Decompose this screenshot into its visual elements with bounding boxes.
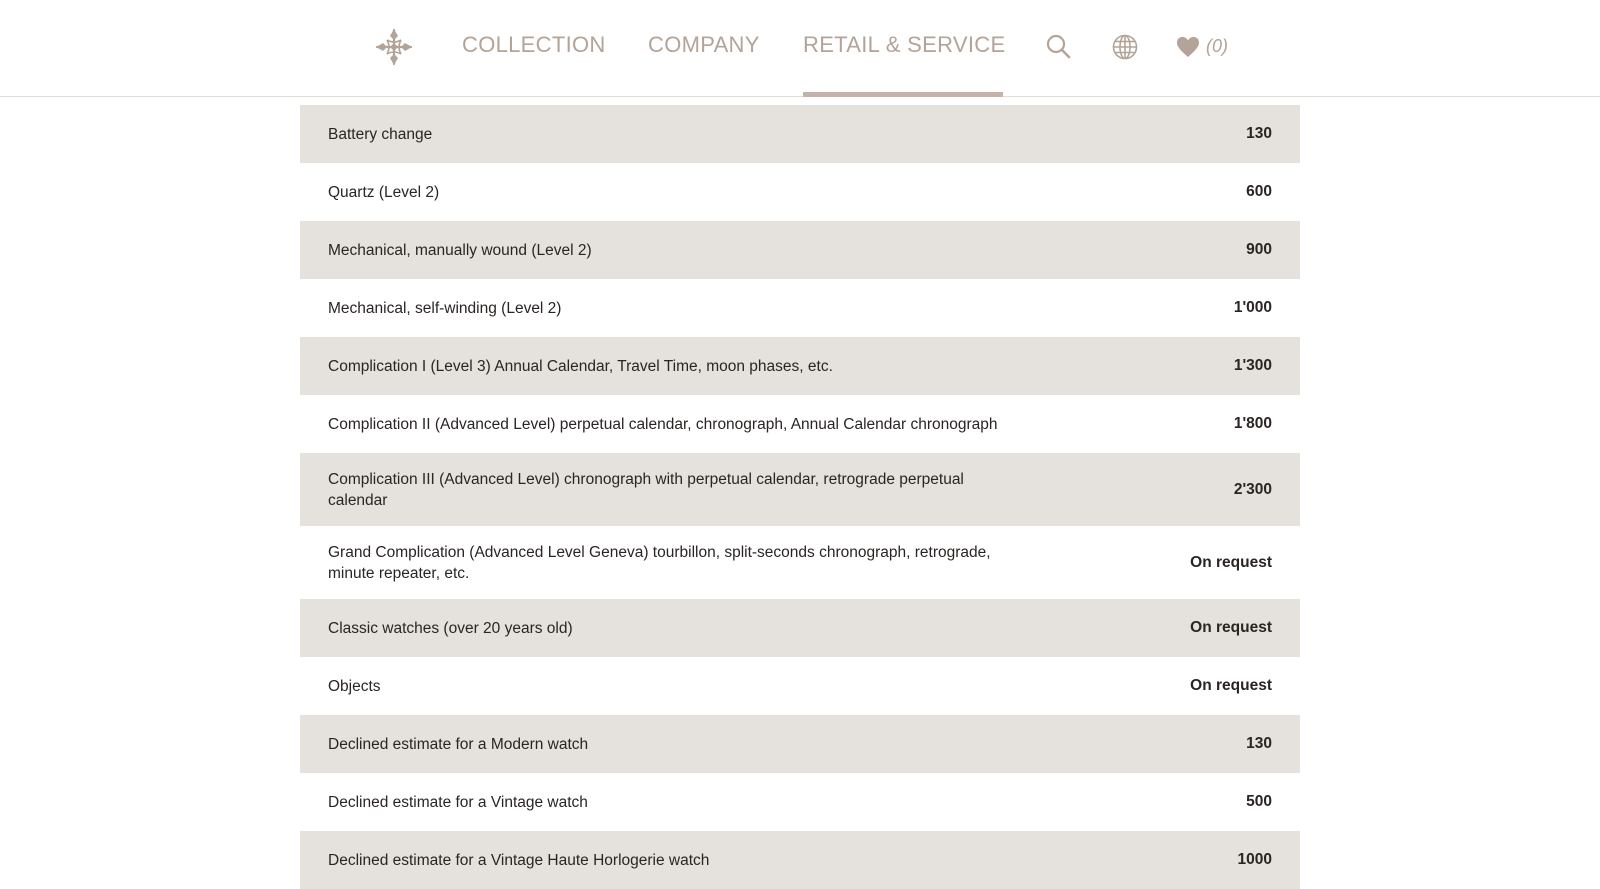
nav-retail-service[interactable]: RETAIL & SERVICE	[803, 32, 1005, 58]
service-name: Declined estimate for a Vintage Haute Ho…	[328, 851, 710, 869]
service-name: Objects	[328, 677, 381, 695]
service-price-table: Battery change 130 Quartz (Level 2) 600 …	[300, 105, 1300, 889]
service-name: Grand Complication (Advanced Level Genev…	[328, 543, 991, 582]
table-row: Declined estimate for a Modern watch 130	[300, 715, 1300, 773]
service-name: Declined estimate for a Modern watch	[328, 735, 589, 753]
nav-company[interactable]: COMPANY	[648, 32, 760, 58]
service-name: Classic watches (over 20 years old)	[328, 619, 573, 637]
service-price: 130	[1246, 125, 1272, 142]
table-row: Grand Complication (Advanced Level Genev…	[300, 526, 1300, 599]
service-name: Mechanical, self-winding (Level 2)	[328, 299, 562, 317]
table-row: Declined estimate for a Vintage watch 50…	[300, 773, 1300, 831]
table-row: Classic watches (over 20 years old) On r…	[300, 599, 1300, 657]
service-price: 900	[1246, 241, 1272, 258]
table-row: Mechanical, self-winding (Level 2) 1'000	[300, 279, 1300, 337]
wishlist-count[interactable]: (0)	[1206, 36, 1228, 57]
table-row: Mechanical, manually wound (Level 2) 900	[300, 221, 1300, 279]
service-price: 500	[1246, 793, 1272, 810]
service-price: 1'300	[1233, 357, 1272, 374]
table-row: Objects On request	[300, 657, 1300, 715]
nav-collection[interactable]: COLLECTION	[462, 32, 606, 58]
service-price: On request	[1190, 553, 1272, 571]
table-row: Complication III (Advanced Level) chrono…	[300, 453, 1300, 526]
service-name: Declined estimate for a Vintage watch	[328, 793, 588, 811]
service-name: Complication III (Advanced Level) chrono…	[328, 470, 964, 509]
heart-icon[interactable]	[1176, 36, 1200, 58]
site-header: COLLECTION COMPANY RETAIL & SERVICE (0)	[0, 0, 1600, 97]
service-name: Mechanical, manually wound (Level 2)	[328, 241, 592, 259]
service-price: On request	[1190, 677, 1272, 694]
brand-cross-logo[interactable]	[374, 27, 414, 67]
search-icon[interactable]	[1046, 34, 1072, 60]
table-row: Quartz (Level 2) 600	[300, 163, 1300, 221]
service-name: Battery change	[328, 125, 433, 143]
table-row: Battery change 130	[300, 105, 1300, 163]
service-price: 1000	[1237, 851, 1272, 868]
service-price: 1'000	[1233, 299, 1272, 316]
table-row: Complication I (Level 3) Annual Calendar…	[300, 337, 1300, 395]
service-name: Quartz (Level 2)	[328, 183, 440, 201]
service-price: 600	[1246, 183, 1272, 200]
service-price: 2'300	[1233, 480, 1272, 498]
service-name: Complication II (Advanced Level) perpetu…	[328, 415, 998, 433]
service-price: 1'800	[1233, 415, 1272, 432]
globe-icon[interactable]	[1112, 34, 1138, 60]
table-row: Declined estimate for a Vintage Haute Ho…	[300, 831, 1300, 889]
active-nav-indicator	[803, 92, 1003, 97]
table-row: Complication II (Advanced Level) perpetu…	[300, 395, 1300, 453]
service-price: 130	[1246, 735, 1272, 752]
service-price: On request	[1190, 619, 1272, 636]
service-name: Complication I (Level 3) Annual Calendar…	[328, 357, 833, 375]
